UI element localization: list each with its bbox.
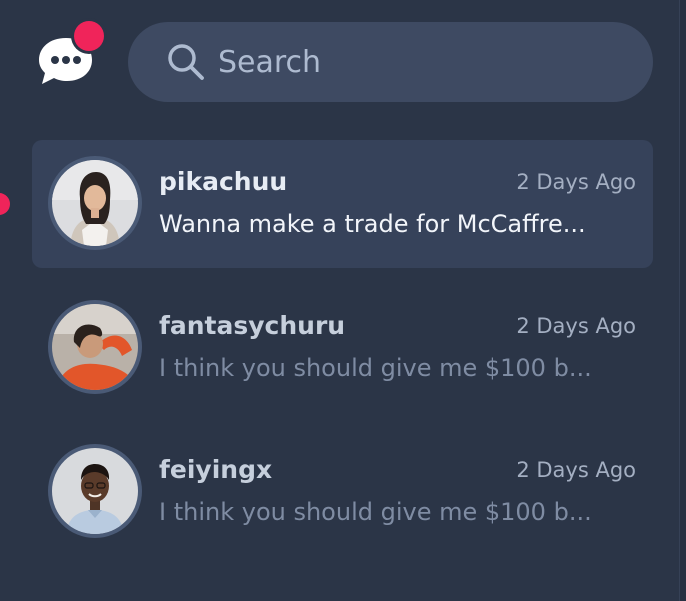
unread-indicator: [0, 193, 10, 215]
conversation-username: feiyingx: [159, 455, 273, 484]
search-icon: [168, 44, 204, 80]
messages-panel: pikachuu 2 Days Ago Wanna make a trade f…: [0, 0, 686, 601]
conversation-time: 2 Days Ago: [516, 314, 636, 338]
search-input[interactable]: [218, 37, 618, 87]
conversation-username: fantasychuru: [159, 311, 346, 340]
conversation-time: 2 Days Ago: [516, 170, 636, 194]
notification-dot: [74, 21, 104, 51]
avatar: [48, 444, 142, 538]
avatar: [48, 300, 142, 394]
avatar: [48, 156, 142, 250]
conversation-time: 2 Days Ago: [516, 458, 636, 482]
conversation-preview: Wanna make a trade for McCaffre...: [159, 210, 586, 238]
conversation-username: pikachuu: [159, 167, 288, 196]
conversation-item[interactable]: fantasychuru 2 Days Ago I think you shou…: [32, 284, 653, 412]
conversation-preview: I think you should give me $100 b...: [159, 498, 592, 526]
panel-divider: [679, 0, 686, 601]
conversation-item[interactable]: feiyingx 2 Days Ago I think you should g…: [32, 428, 653, 556]
search-bar[interactable]: [128, 22, 653, 102]
conversation-item[interactable]: pikachuu 2 Days Ago Wanna make a trade f…: [32, 140, 653, 268]
conversation-preview: I think you should give me $100 b...: [159, 354, 592, 382]
